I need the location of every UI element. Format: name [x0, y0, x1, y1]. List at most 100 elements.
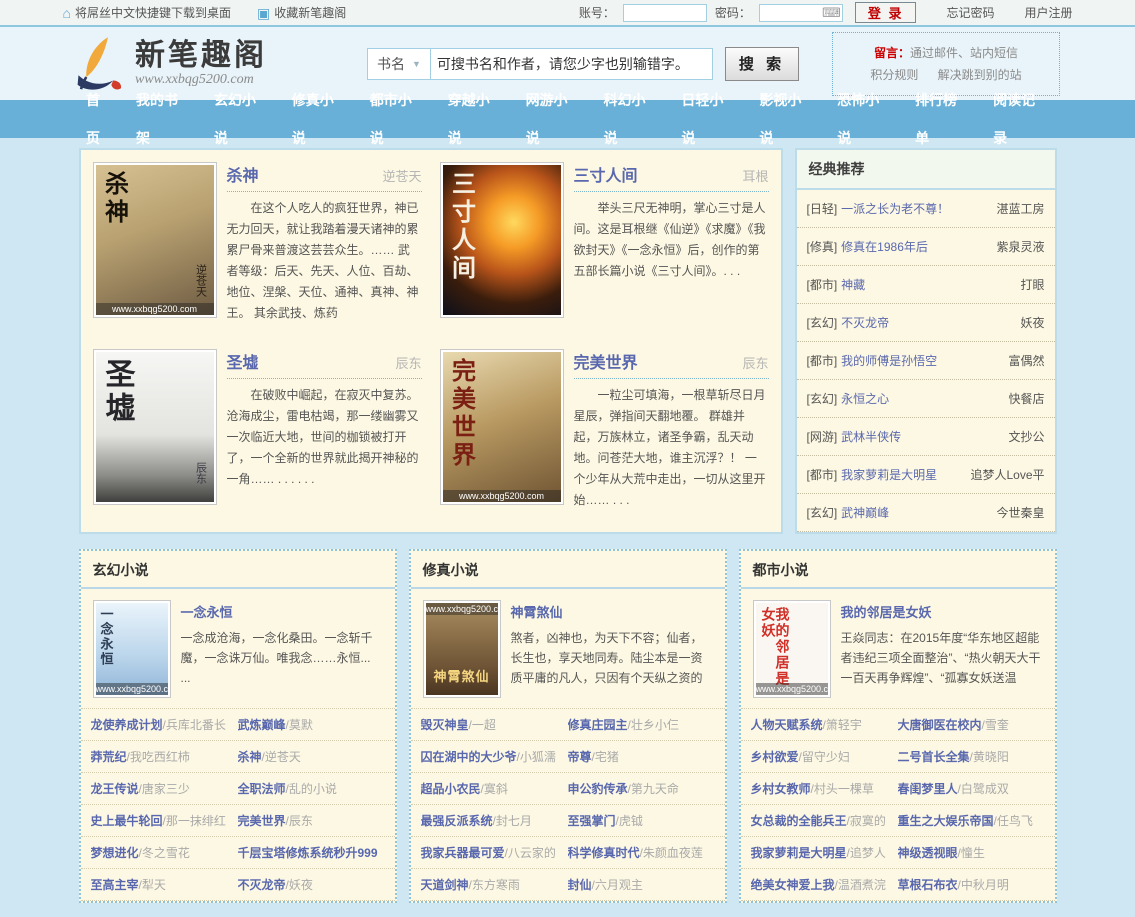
section-title: 玄幻小说: [81, 551, 395, 589]
book-title-link[interactable]: 神霄煞仙: [511, 602, 563, 621]
points-rules-link[interactable]: 积分规则: [870, 68, 918, 82]
book-link[interactable]: 至强掌门: [568, 814, 616, 828]
favorite-site-link[interactable]: ▣ 收藏新笔趣阁: [257, 4, 346, 21]
recommend-author: 追梦人Love平: [964, 466, 1044, 483]
book-link[interactable]: 至高主宰: [91, 878, 139, 892]
recommend-title-link[interactable]: 神藏: [841, 276, 865, 293]
nav-riqing[interactable]: 日轻小说: [670, 81, 748, 157]
recommend-title-link[interactable]: 不灭龙帝: [841, 314, 889, 331]
book-link[interactable]: 史上最牛轮回: [91, 814, 163, 828]
book-link[interactable]: 修真庄园主: [568, 718, 628, 732]
book-link[interactable]: 二号首长全集: [898, 750, 970, 764]
book-link[interactable]: 全职法师: [238, 782, 286, 796]
book-link[interactable]: 乡村女教师: [751, 782, 811, 796]
section-dushi: 都市小说 我的邻居是女妖 www.xxbqg5200.com 我的邻居是女妖 王…: [739, 549, 1057, 903]
nav-ranking[interactable]: 排行榜单: [904, 81, 982, 157]
nav-home[interactable]: 首页: [75, 81, 125, 157]
book-link[interactable]: 完美世界: [238, 814, 286, 828]
cover-watermark: www.xxbqg5200.com: [756, 683, 828, 695]
book-title-link[interactable]: 完美世界: [574, 349, 638, 373]
home-icon: ⌂: [63, 6, 71, 20]
book-link[interactable]: 莽荒纪: [91, 750, 127, 764]
book-title-link[interactable]: 杀神: [227, 162, 259, 186]
recommend-title-link[interactable]: 我的师傅是孙悟空: [841, 352, 937, 369]
book-link[interactable]: 天道剑神: [421, 878, 469, 892]
register-link[interactable]: 用户注册: [1024, 4, 1072, 21]
book-link[interactable]: 草根石布衣: [898, 878, 958, 892]
search-input[interactable]: [431, 48, 713, 80]
featured-books-panel: 杀神 逆苍天 www.xxbqg5200.com 杀神 逆苍天 在这个人吃人的疯…: [79, 148, 783, 534]
book-link[interactable]: 绝美女神爱上我: [751, 878, 835, 892]
redirect-help-link[interactable]: 解决跳到别的站: [938, 68, 1022, 82]
book-link[interactable]: 龙使养成计划: [91, 718, 163, 732]
book-cover-link[interactable]: 完美世界 www.xxbqg5200.com: [440, 349, 564, 505]
book-link[interactable]: 神级透视眼: [898, 846, 958, 860]
cover-watermark: www.xxbqg5200.com: [96, 303, 214, 315]
book-link[interactable]: 封仙: [568, 878, 592, 892]
nav-reading-history[interactable]: 阅读记录: [982, 81, 1060, 157]
book-cover-link[interactable]: 杀神 逆苍天 www.xxbqg5200.com: [93, 162, 217, 318]
forgot-password-link[interactable]: 忘记密码: [946, 4, 994, 21]
book-link[interactable]: 重生之大娱乐帝国: [898, 814, 994, 828]
book-title-link[interactable]: 三寸人间: [574, 162, 638, 186]
book-cover-link[interactable]: www.xxbqg5200.com 神霄煞仙: [423, 600, 501, 698]
book-cover-link[interactable]: 圣墟 辰东: [93, 349, 217, 505]
nav-dushi[interactable]: 都市小说: [359, 81, 437, 157]
recommend-title-link[interactable]: 我家萝莉是大明星: [841, 466, 937, 483]
book-cover-link[interactable]: 一念永恒 www.xxbqg5200.com: [93, 600, 171, 698]
book-link[interactable]: 春闺梦里人: [898, 782, 958, 796]
book-title-link[interactable]: 我的邻居是女妖: [841, 602, 932, 621]
book-link[interactable]: 我家兵器最可爱: [421, 846, 505, 860]
book-list-row: 我家萝莉是大明星/追梦人神级透视眼/憧生: [741, 837, 1055, 869]
download-shortcut-link[interactable]: ⌂ 将屌丝中文快捷键下载到桌面: [63, 4, 231, 21]
book-cover-link[interactable]: 三寸人间: [440, 162, 564, 318]
book-author: 辰东: [395, 353, 421, 372]
book-description: 一粒尘可填海，一根草斩尽日月星辰，弹指间天翻地覆。 群雄并起，万族林立，诸圣争霸…: [574, 385, 769, 511]
nav-wangyou[interactable]: 网游小说: [515, 81, 593, 157]
book-link[interactable]: 帝尊: [568, 750, 592, 764]
password-input[interactable]: [759, 4, 843, 22]
book-link[interactable]: 最强反派系统: [421, 814, 493, 828]
book-link[interactable]: 科学修真时代: [568, 846, 640, 860]
recommend-title-link[interactable]: 一派之长为老不尊！: [841, 200, 949, 217]
nav-xuanhuan[interactable]: 玄幻小说: [203, 81, 281, 157]
login-button[interactable]: 登 录: [855, 2, 917, 23]
book-description: 一念成沧海，一念化桑田。一念斩千魔，一念诛万仙。唯我念……永恒... ...: [181, 628, 383, 688]
book-link[interactable]: 囚在湖中的大少爷: [421, 750, 517, 764]
search-category-select[interactable]: 书名 ▼: [367, 48, 431, 80]
search-button[interactable]: 搜 索: [725, 47, 799, 81]
featured-book-sancunrenjian: 三寸人间 三寸人间 耳根 举头三尺无神明，掌心三寸是人间。这是耳根继《仙逆》《求…: [440, 162, 769, 333]
book-link[interactable]: 不灭龙帝: [238, 878, 286, 892]
book-link[interactable]: 毁灭神皇: [421, 718, 469, 732]
bookmark-folder-icon: ▣: [257, 6, 270, 20]
nav-kehuan[interactable]: 科幻小说: [592, 81, 670, 157]
nav-bookshelf[interactable]: 我的书架: [125, 81, 203, 157]
book-link[interactable]: 龙王传说: [91, 782, 139, 796]
recommend-title-link[interactable]: 永恒之心: [841, 390, 889, 407]
book-link[interactable]: 超品小农民: [421, 782, 481, 796]
book-link[interactable]: 我家萝莉是大明星: [751, 846, 847, 860]
book-link[interactable]: 乡村欲爱: [751, 750, 799, 764]
nav-xiuzhen[interactable]: 修真小说: [281, 81, 359, 157]
book-link[interactable]: 人物天赋系统: [751, 718, 823, 732]
book-title-link[interactable]: 圣墟: [227, 349, 259, 373]
book-description: 在破败中崛起，在寂灭中复苏。 沧海成尘，雷电枯竭，那一缕幽雾又一次临近大地，世间…: [227, 385, 422, 490]
recommend-title-link[interactable]: 武神巅峰: [841, 504, 889, 521]
nav-yingshi[interactable]: 影视小说: [748, 81, 826, 157]
recommend-title-link[interactable]: 武林半侠传: [841, 428, 901, 445]
recommend-item: [玄幻]不灭龙帝妖夜: [797, 304, 1055, 342]
recommend-title-link[interactable]: 修真在1986年后: [841, 238, 928, 255]
book-link[interactable]: 大唐御医在校内: [898, 718, 982, 732]
book-link[interactable]: 武炼巅峰: [238, 718, 286, 732]
book-link[interactable]: 千层宝塔修炼系统秒升999: [238, 846, 378, 860]
book-link[interactable]: 杀神: [238, 750, 262, 764]
book-link[interactable]: 申公豹传承: [568, 782, 628, 796]
nav-chuanyue[interactable]: 穿越小说: [437, 81, 515, 157]
book-link[interactable]: 女总裁的全能兵王: [751, 814, 847, 828]
book-link[interactable]: 梦想进化: [91, 846, 139, 860]
account-input[interactable]: [623, 4, 707, 22]
book-title-link[interactable]: 一念永恒: [181, 602, 233, 621]
book-description: 举头三尺无神明，掌心三寸是人间。这是耳根继《仙逆》《求魔》《我欲封天》《一念永恒…: [574, 198, 769, 282]
book-cover-link[interactable]: 我的邻居是女妖 www.xxbqg5200.com: [753, 600, 831, 698]
nav-kongbu[interactable]: 恐怖小说: [826, 81, 904, 157]
